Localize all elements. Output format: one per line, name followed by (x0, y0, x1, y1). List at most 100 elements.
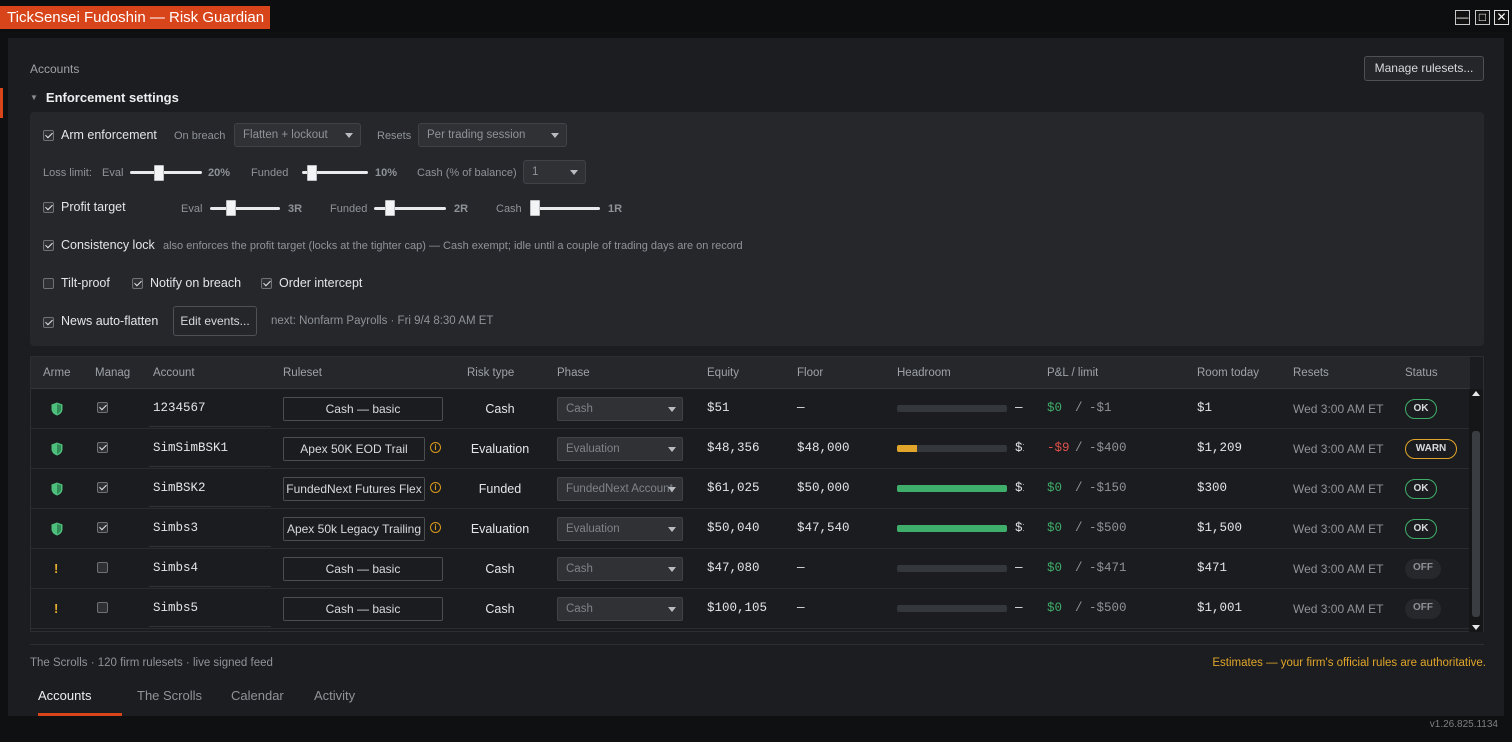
consistency-lock-label: Consistency lock (61, 238, 155, 252)
loss-eval-slider-thumb[interactable] (154, 165, 164, 181)
table-row[interactable]: SimBSK2 FundedNext Futures Flex i Funded Fun… (31, 469, 1470, 509)
col-status[interactable]: Status (1405, 367, 1438, 379)
floor-value: $47,540 (797, 521, 850, 535)
maximize-icon[interactable]: □ (1475, 10, 1490, 25)
managed-checkbox[interactable] (97, 402, 108, 413)
tilt-proof-checkbox[interactable] (43, 278, 54, 289)
phase-select[interactable]: Cash (557, 597, 683, 621)
headroom-bar (897, 485, 1007, 492)
cell-divider (149, 546, 271, 547)
account-name: Simbs4 (153, 561, 199, 575)
profit-target-checkbox[interactable] (43, 202, 54, 213)
equity-value: $61,025 (707, 481, 760, 495)
ruleset-field[interactable]: Apex 50K EOD Trail (283, 437, 425, 461)
col-equity[interactable]: Equity (707, 367, 739, 379)
manage-rulesets-button[interactable]: Manage rulesets... (1364, 56, 1484, 81)
col-phase[interactable]: Phase (557, 367, 590, 379)
phase-select[interactable]: Evaluation (557, 437, 683, 461)
col-managed[interactable]: Manag (95, 367, 131, 379)
resets-select[interactable]: Per trading session (418, 123, 567, 147)
resets-value: Wed 3:00 AM ET (1293, 442, 1384, 456)
col-resets[interactable]: Resets (1293, 367, 1329, 379)
edit-events-button[interactable]: Edit events... (173, 306, 257, 336)
managed-checkbox[interactable] (97, 482, 108, 493)
info-icon[interactable]: i (430, 522, 441, 533)
loss-cash-select[interactable]: 1 (523, 160, 586, 184)
window-title: TickSensei Fudoshin — Risk Guardian (0, 6, 271, 29)
ruleset-field[interactable]: Apex 50k Legacy Trailing (283, 517, 425, 541)
info-icon[interactable]: i (430, 482, 441, 493)
info-icon[interactable]: i (430, 442, 441, 453)
tab-accounts[interactable]: Accounts (38, 688, 91, 703)
minimize-icon[interactable]: — (1455, 10, 1470, 25)
on-breach-select[interactable]: Flatten + lockout (234, 123, 361, 147)
limit-value: -$400 (1089, 441, 1127, 455)
accent-marker (0, 88, 3, 118)
col-room-today[interactable]: Room today (1197, 367, 1259, 379)
notify-checkbox[interactable] (132, 278, 143, 289)
loss-eval-slider[interactable] (130, 171, 202, 174)
enforcement-heading[interactable]: ▼ Enforcement settings (30, 90, 179, 105)
col-floor[interactable]: Floor (797, 367, 823, 379)
profit-cash-slider-thumb[interactable] (530, 200, 540, 216)
profit-funded-slider-thumb[interactable] (385, 200, 395, 216)
table-row[interactable]: 1234567 Cash — basic Cash Cash $51 — — $0 / -$1 $1… (31, 389, 1470, 429)
risk-type: Cash (485, 602, 515, 616)
limit-value: -$500 (1089, 521, 1127, 535)
room-today: $1,209 (1197, 441, 1243, 455)
managed-checkbox[interactable] (97, 442, 108, 453)
news-auto-flatten-checkbox[interactable] (43, 317, 54, 328)
tab-the-scrolls[interactable]: The Scrolls (137, 688, 202, 703)
table-row[interactable]: SimSimBSK1 Apex 50K EOD Trail i Evaluation E… (31, 429, 1470, 469)
col-headroom[interactable]: Headroom (897, 367, 951, 379)
arm-enforcement-checkbox[interactable] (43, 130, 54, 141)
profit-eval-slider[interactable] (210, 207, 280, 210)
floor-value: $50,000 (797, 481, 850, 495)
headroom-bar (897, 565, 1007, 572)
managed-checkbox[interactable] (97, 522, 108, 533)
chevron-down-icon: ▼ (30, 93, 38, 102)
status-badge: OFF (1405, 599, 1441, 619)
risk-type: Cash (485, 562, 515, 576)
ruleset-field[interactable]: FundedNext Futures Flex (283, 477, 425, 501)
ruleset-field[interactable]: Cash — basic (283, 397, 443, 421)
phase-select[interactable]: FundedNext Account (557, 477, 683, 501)
ruleset-field[interactable]: Cash — basic (283, 557, 443, 581)
phase-select[interactable]: Cash (557, 557, 683, 581)
ruleset-field[interactable]: Cash — basic (283, 597, 443, 621)
scroll-up-icon[interactable] (1472, 391, 1480, 396)
loss-funded-label: Funded (251, 167, 289, 179)
col-ruleset[interactable]: Ruleset (283, 367, 322, 379)
phase-select[interactable]: Evaluation (557, 517, 683, 541)
account-name: 1234567 (153, 401, 206, 415)
loss-cash-label: Cash (% of balance) (417, 167, 517, 179)
room-today: $1 (1197, 401, 1213, 415)
table-scrollbar[interactable] (1469, 389, 1483, 632)
col-pnl-limit[interactable]: P&L / limit (1047, 367, 1098, 379)
arm-enforcement-label: Arm enforcement (61, 128, 157, 142)
consistency-lock-checkbox[interactable] (43, 240, 54, 251)
next-event-text: next: Nonfarm Payrolls · Fri 9/4 8:30 AM… (271, 315, 494, 327)
close-icon[interactable]: ✕ (1494, 10, 1509, 25)
consistency-note: also enforces the profit target (locks a… (163, 240, 743, 252)
managed-checkbox[interactable] (97, 602, 108, 613)
col-armed[interactable]: Arme (43, 367, 73, 379)
status-badge: OK (1405, 479, 1437, 499)
managed-checkbox[interactable] (97, 562, 108, 573)
loss-limit-label: Loss limit: (43, 167, 92, 179)
table-row[interactable]: ! Simbs4 Cash — basic Cash Cash $47,080 — — $0 /-… (31, 549, 1470, 589)
col-risk-type[interactable]: Risk type (467, 367, 514, 379)
profit-eval-slider-thumb[interactable] (226, 200, 236, 216)
table-row[interactable]: ! Simbs5 Cash — basic Cash Cash $100,105 — — $0 /… (31, 589, 1470, 629)
tab-calendar[interactable]: Calendar (231, 688, 284, 703)
phase-select[interactable]: Cash (557, 397, 683, 421)
table-row[interactable]: Simbs3 Apex 50k Legacy Trailing i Evaluatio… (31, 509, 1470, 549)
room-today: $1,001 (1197, 601, 1243, 615)
order-intercept-checkbox[interactable] (261, 278, 272, 289)
scroll-down-icon[interactable] (1472, 625, 1480, 630)
tab-activity[interactable]: Activity (314, 688, 355, 703)
scrollbar-thumb[interactable] (1472, 431, 1480, 617)
profit-cash-slider[interactable] (530, 207, 600, 210)
col-account[interactable]: Account (153, 367, 195, 379)
loss-funded-slider-thumb[interactable] (307, 165, 317, 181)
